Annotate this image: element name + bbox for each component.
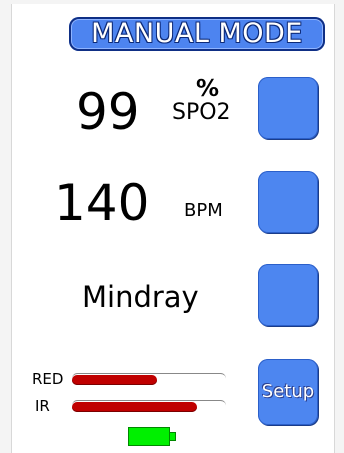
battery-icon (128, 427, 170, 446)
mode-banner[interactable]: MANUAL MODE (69, 17, 325, 51)
pulse-button[interactable] (258, 171, 318, 233)
spo2-value: 99 (76, 83, 140, 141)
red-bar-label: RED (32, 370, 64, 388)
spo2-button[interactable] (258, 77, 318, 139)
pulse-value: 140 (54, 174, 150, 232)
setup-button[interactable]: Setup (258, 359, 318, 425)
sensor-button[interactable] (258, 264, 318, 326)
ir-signal-fill (72, 402, 197, 412)
ir-bar-label: IR (35, 397, 50, 415)
red-signal-track (72, 373, 226, 385)
ir-signal-track (72, 400, 226, 412)
sensor-name: Mindray (82, 280, 199, 314)
spo2-percent-symbol: % (196, 76, 220, 102)
red-signal-fill (72, 375, 157, 385)
spo2-unit-label: SPO2 (172, 100, 231, 125)
device-screen: MANUAL MODE 99 % SPO2 140 BPM Mindray RE… (11, 4, 335, 453)
battery-tip-icon (170, 432, 176, 441)
pulse-unit-label: BPM (184, 200, 223, 221)
